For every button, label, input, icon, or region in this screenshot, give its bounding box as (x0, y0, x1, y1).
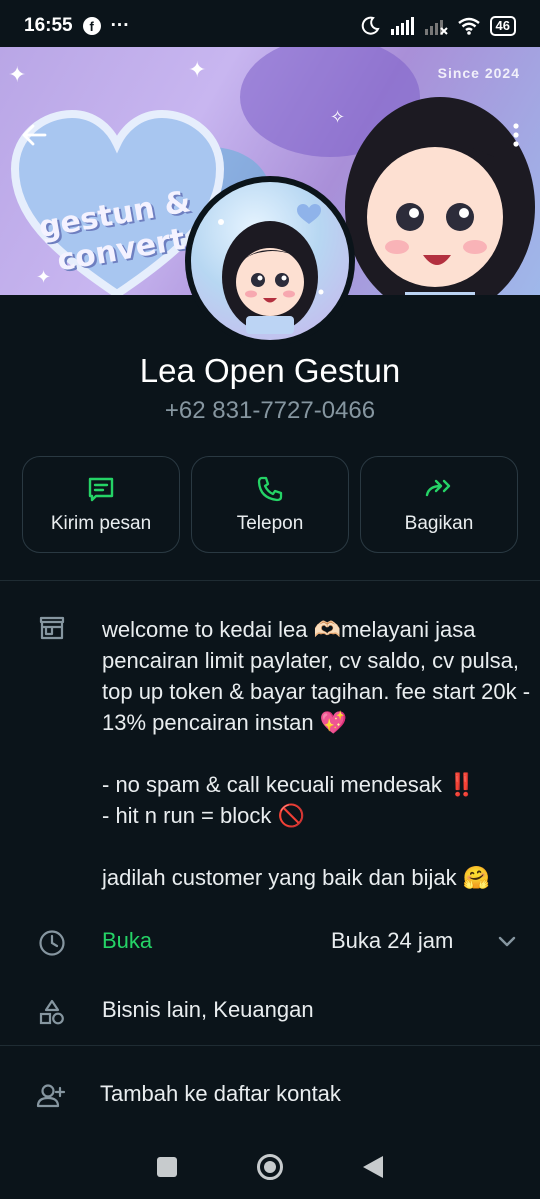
signal-icon (390, 17, 414, 35)
share-button[interactable]: Bagikan (360, 456, 518, 553)
more-icon: ··· (110, 15, 130, 36)
avatar-illustration (218, 204, 324, 334)
call-button-label: Telepon (236, 512, 304, 534)
hours-status: Buka (102, 928, 153, 953)
add-contact-label: Tambah ke daftar kontak (100, 1081, 341, 1106)
back-nav-button[interactable] (363, 1155, 383, 1178)
message-button[interactable]: Kirim pesan (22, 456, 180, 553)
call-button[interactable]: Telepon (191, 456, 349, 553)
forward-icon (425, 479, 451, 496)
home-button[interactable] (257, 1153, 283, 1180)
action-buttons: Kirim pesan Telepon Bagikan (22, 456, 518, 553)
phone-icon (257, 476, 283, 501)
divider (0, 1045, 540, 1046)
business-description: welcome to kedai lea 🫶🏻melayani jasa pen… (102, 617, 531, 890)
arrow-left-icon (22, 124, 47, 146)
status-bar: 16:55 f ··· 46 (0, 0, 540, 52)
wifi-icon (457, 17, 480, 35)
message-button-label: Kirim pesan (50, 512, 152, 534)
message-icon (88, 477, 114, 501)
share-button-label: Bagikan (404, 512, 474, 534)
moon-icon (361, 16, 380, 35)
category-icon (39, 999, 64, 1025)
contact-phone: +62 831-7727-0466 (164, 397, 376, 424)
contact-name: Lea Open Gestun (139, 352, 401, 389)
status-time: 16:55 (24, 15, 73, 36)
store-icon (39, 616, 65, 640)
vertical-dots-icon (513, 123, 519, 147)
since-label: Since 2024 (437, 65, 520, 81)
add-person-icon (36, 1084, 66, 1108)
hours-value[interactable]: Buka 24 jam (331, 928, 453, 954)
chevron-down-icon[interactable] (495, 930, 519, 954)
more-options-button[interactable] (506, 115, 526, 155)
divider (0, 580, 540, 581)
clock-icon (39, 930, 65, 956)
system-nav-bar (0, 1134, 540, 1199)
profile-avatar[interactable] (185, 176, 355, 346)
signal-off-icon (424, 20, 448, 35)
business-category: Bisnis lain, Keuangan (102, 997, 314, 1022)
recents-button[interactable] (157, 1156, 177, 1177)
facebook-icon: f (82, 17, 101, 35)
battery-icon: 46 (489, 16, 516, 36)
back-button[interactable] (14, 115, 54, 155)
